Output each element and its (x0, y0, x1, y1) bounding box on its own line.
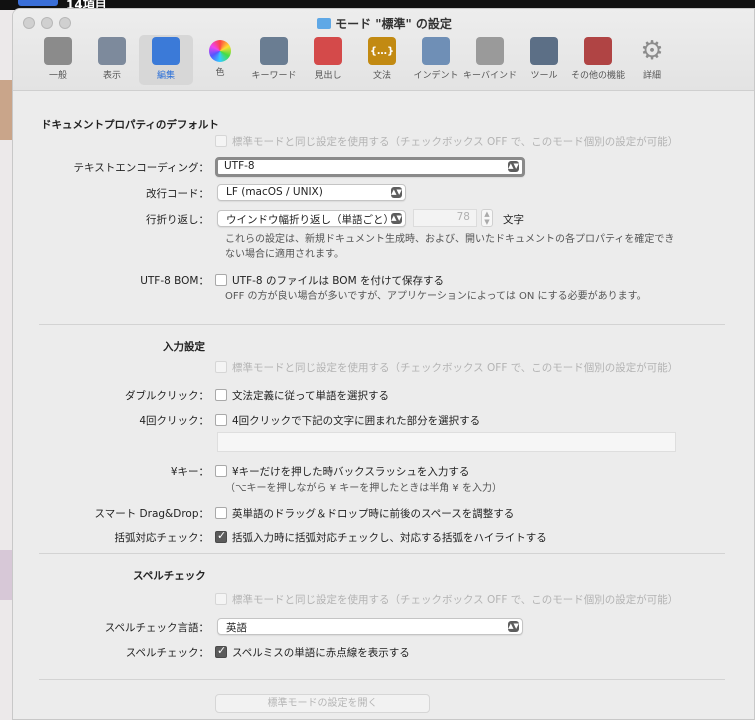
input-use-standard[interactable]: 標準モードと同じ設定を使用する（チェックボックス OFF で、このモード個別の設… (215, 360, 678, 375)
general-icon (44, 37, 72, 65)
toolbar-item-label: インデント (413, 71, 459, 81)
spellcheck-option[interactable]: スペルミスの単語に赤点線を表示する (215, 644, 410, 660)
yen-key-label: ¥キー： (170, 466, 209, 478)
keybind-icon (476, 37, 504, 65)
doc-use-standard-checkbox[interactable] (215, 135, 227, 147)
syntax-icon: {…} (368, 37, 396, 65)
heading-icon (314, 37, 342, 65)
toolbar-item-indent[interactable]: インデント (409, 35, 463, 85)
quad-click-checkbox[interactable] (215, 414, 227, 426)
bracket-check-label: 括弧対応チェック： (114, 532, 210, 544)
bracket-check-checkbox[interactable] (215, 529, 227, 543)
gear-icon: ⚙ (640, 36, 664, 66)
bom-label: UTF-8 BOM： (140, 275, 209, 287)
toolbar-item-keyword[interactable]: キーワード (247, 35, 301, 85)
encoding-label: テキストエンコーディング： (73, 162, 209, 174)
popup-arrows-icon: ▲▼ (508, 161, 519, 172)
toolbar-item-label: ツール (530, 71, 558, 81)
double-click-checkbox[interactable] (215, 389, 227, 401)
quad-click-chars-field[interactable] (217, 432, 676, 452)
extras-icon (584, 37, 612, 65)
toolbar-item-label: 編集 (156, 71, 175, 81)
toolbar-item-label: 詳細 (642, 71, 661, 81)
edit-icon (152, 37, 180, 65)
bracket-check-option[interactable]: 括弧入力時に括弧対応チェックし、対応する括弧をハイライトする (215, 529, 547, 545)
divider (39, 553, 725, 554)
yen-key-checkbox[interactable] (215, 465, 227, 477)
toolbar-item-tools[interactable]: ツール (517, 35, 571, 85)
background-tab (18, 0, 58, 6)
window-title: モード "標準" の設定 (13, 15, 754, 32)
settings-window: モード "標準" の設定 一般 表示 編集 色 キーワード 見出し {…} 文法 インデント キー… (12, 8, 755, 720)
color-wheel-icon (209, 40, 231, 62)
display-icon (98, 37, 126, 65)
preferences-toolbar: 一般 表示 編集 色 キーワード 見出し {…} 文法 インデント キーバインド ツール その他の機能… (31, 35, 679, 85)
toolbar-item-general[interactable]: 一般 (31, 35, 85, 85)
newline-select[interactable]: LF (macOS / UNIX) ▲▼ (217, 184, 406, 201)
popup-arrows-icon: ▲▼ (391, 213, 402, 224)
bom-checkbox[interactable] (215, 274, 227, 286)
toolbar-item-label: 表示 (102, 71, 121, 81)
toolbar-item-edit[interactable]: 編集 (139, 35, 193, 85)
section-spellcheck: スペルチェック (133, 570, 206, 582)
popup-arrows-icon: ▲▼ (391, 187, 402, 198)
smart-dnd-checkbox[interactable] (215, 507, 227, 519)
doc-use-standard[interactable]: 標準モードと同じ設定を使用する（チェックボックス OFF で、このモード個別の設… (215, 134, 678, 149)
spell-language-label: スペルチェック言語： (104, 622, 209, 634)
doc-note: これらの設定は、新規ドキュメント生成時、および、開いたドキュメントの各プロパティ… (225, 234, 675, 260)
wrap-width-field[interactable]: 78 (413, 209, 477, 227)
toolbar-item-label: キーバインド (463, 71, 517, 81)
toolbar-item-label: 見出し (314, 71, 342, 81)
spell-use-standard-checkbox[interactable] (215, 593, 227, 605)
divider (39, 679, 725, 680)
indent-icon (422, 37, 450, 65)
spell-use-standard[interactable]: 標準モードと同じ設定を使用する（チェックボックス OFF で、このモード個別の設… (215, 592, 678, 607)
folder-icon (317, 18, 332, 29)
toolbar-item-label: 文法 (372, 71, 391, 81)
smart-dnd-option[interactable]: 英単語のドラッグ＆ドロップ時に前後のスペースを調整する (215, 506, 514, 521)
bom-note: OFF の方が良い場合が多いですが、アプリケーションによっては ON にする必要… (225, 291, 647, 302)
wrap-label: 行折り返し： (146, 214, 209, 226)
toolbar-item-keybind[interactable]: キーバインド (463, 35, 517, 85)
toolbar-item-color-wheel[interactable]: 色 (193, 35, 247, 85)
toolbar-item-label: 色 (215, 68, 225, 78)
double-click-option[interactable]: 文法定義に従って単語を選択する (215, 388, 389, 403)
toolbar-item-label: その他の機能 (571, 71, 626, 81)
bom-option[interactable]: UTF-8 のファイルは BOM を付けて保存する (215, 273, 444, 288)
divider (39, 324, 725, 325)
toolbar-item-label: キーワード (251, 71, 297, 81)
smart-dnd-label: スマート Drag&Drop： (94, 508, 209, 520)
toolbar-item-heading[interactable]: 見出し (301, 35, 355, 85)
edit-settings-pane: ドキュメントプロパティのデフォルト 標準モードと同じ設定を使用する（チェックボッ… (13, 92, 754, 719)
newline-label: 改行コード： (146, 188, 209, 200)
toolbar-item-syntax[interactable]: {…} 文法 (355, 35, 409, 85)
section-input: 入力設定 (163, 341, 205, 353)
open-standard-settings-button[interactable]: 標準モードの設定を開く (215, 694, 430, 713)
wrap-unit-label: 文字 (503, 214, 524, 226)
toolbar-item-gear[interactable]: ⚙ 詳細 (625, 35, 679, 85)
toolbar-item-extras[interactable]: その他の機能 (571, 35, 625, 85)
toolbar-item-label: 一般 (48, 71, 67, 81)
wrap-select[interactable]: ウインドウ幅折り返し（単語ごと） ▲▼ (217, 210, 406, 227)
toolbar-item-display[interactable]: 表示 (85, 35, 139, 85)
quad-click-label: 4回クリック： (139, 415, 209, 427)
wrap-width-stepper[interactable]: ▲ ▼ (481, 209, 493, 227)
spellcheck-checkbox[interactable] (215, 644, 227, 658)
titlebar: モード "標準" の設定 一般 表示 編集 色 キーワード 見出し {…} 文法 インデント キー… (13, 9, 754, 91)
popup-arrows-icon: ▲▼ (508, 621, 519, 632)
section-doc-defaults: ドキュメントプロパティのデフォルト (41, 119, 219, 131)
double-click-label: ダブルクリック： (125, 390, 209, 402)
tools-icon (530, 37, 558, 65)
yen-key-note: （⌥キーを押しながら ¥ キーを押したときは半角 ¥ を入力） (225, 483, 502, 494)
encoding-select[interactable]: UTF-8 ▲▼ (215, 157, 525, 177)
quad-click-option[interactable]: 4回クリックで下記の文字に囲まれた部分を選択する (215, 413, 480, 428)
yen-key-option[interactable]: ¥キーだけを押した時バックスラッシュを入力する (215, 464, 469, 479)
input-use-standard-checkbox[interactable] (215, 361, 227, 373)
spellcheck-label: スペルチェック： (125, 647, 209, 659)
spell-language-select[interactable]: 英語 ▲▼ (217, 618, 523, 635)
keyword-icon (260, 37, 288, 65)
